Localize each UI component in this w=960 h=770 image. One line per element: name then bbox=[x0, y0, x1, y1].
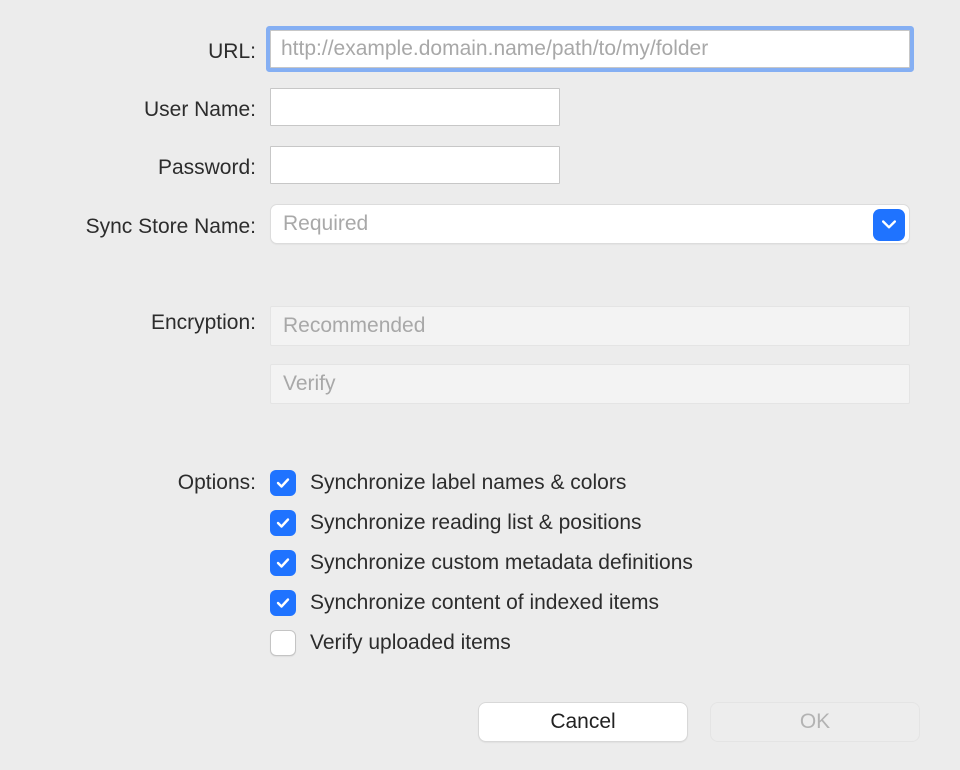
verify-uploaded-checkbox[interactable] bbox=[270, 630, 296, 656]
dialog-buttons: Cancel OK bbox=[478, 702, 920, 742]
sync-metadata-label: Synchronize custom metadata definitions bbox=[310, 551, 693, 575]
sync-indexed-label: Synchronize content of indexed items bbox=[310, 591, 659, 615]
ok-button[interactable]: OK bbox=[710, 702, 920, 742]
sync-settings-form: URL: User Name: Password: Sync Store Nam… bbox=[40, 30, 920, 656]
password-input[interactable] bbox=[270, 146, 560, 184]
verify-placeholder: Verify bbox=[283, 372, 336, 396]
cancel-button[interactable]: Cancel bbox=[478, 702, 688, 742]
encryption-label: Encryption: bbox=[40, 306, 270, 335]
username-label: User Name: bbox=[40, 93, 270, 122]
sync-labels-checkbox[interactable] bbox=[270, 470, 296, 496]
encryption-placeholder: Recommended bbox=[283, 314, 425, 338]
url-input[interactable] bbox=[270, 30, 910, 68]
syncstore-combobox[interactable]: Required bbox=[270, 204, 910, 244]
username-input[interactable] bbox=[270, 88, 560, 126]
sync-reading-checkbox[interactable] bbox=[270, 510, 296, 536]
encryption-input[interactable]: Recommended bbox=[270, 306, 910, 346]
sync-indexed-checkbox[interactable] bbox=[270, 590, 296, 616]
options-label: Options: bbox=[40, 466, 270, 495]
url-label: URL: bbox=[40, 35, 270, 64]
sync-labels-label: Synchronize label names & colors bbox=[310, 471, 626, 495]
syncstore-label: Sync Store Name: bbox=[40, 210, 270, 239]
sync-reading-label: Synchronize reading list & positions bbox=[310, 511, 642, 535]
sync-metadata-checkbox[interactable] bbox=[270, 550, 296, 576]
verify-uploaded-label: Verify uploaded items bbox=[310, 631, 511, 655]
syncstore-placeholder: Required bbox=[283, 212, 368, 236]
encryption-verify-input[interactable]: Verify bbox=[270, 364, 910, 404]
chevron-down-icon[interactable] bbox=[873, 209, 905, 241]
password-label: Password: bbox=[40, 151, 270, 180]
